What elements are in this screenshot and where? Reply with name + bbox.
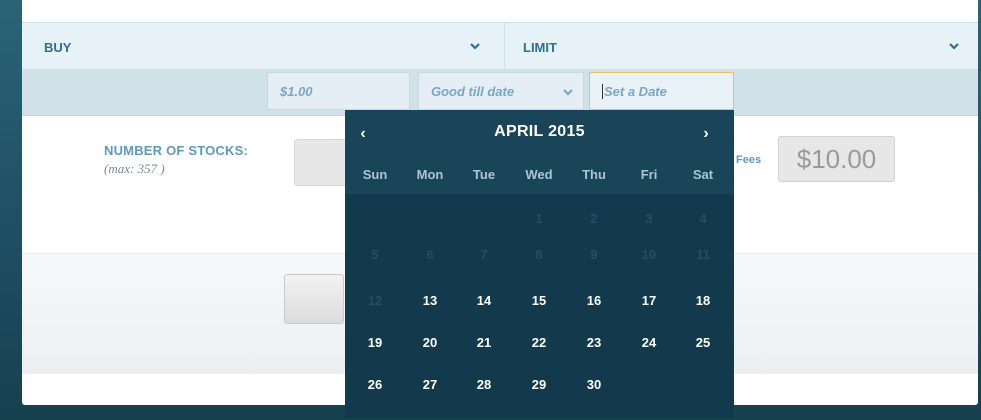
calendar-day-18[interactable]: 18 [675,286,731,316]
calendar-day-3: 3 [645,211,653,226]
calendar-day-23[interactable]: 23 [566,328,622,358]
calendar-day-5: 5 [371,247,379,262]
weekday-tue: Tue [472,167,496,182]
calendar-day-24[interactable]: 24 [621,328,677,358]
calendar-day-1: 1 [535,211,543,226]
calendar-day-9: 9 [590,247,598,262]
calendar-header: ‹ APRIL 2015 › [345,110,734,158]
weekday-sun: Sun [362,167,388,182]
calendar-day-19[interactable]: 19 [347,328,403,358]
limit-price-value: $1.00 [280,83,313,99]
calendar-day-11: 11 [696,247,710,262]
calendar-day-16[interactable]: 16 [566,286,622,316]
stocks-label: NUMBER OF STOCKS: [104,143,248,158]
chevron-down-icon [470,41,480,51]
weekday-fri: Fri [640,167,658,182]
chevron-down-icon [949,41,959,51]
chevron-down-icon [563,87,573,97]
stocks-max-note: (max: 357 ) [104,161,165,176]
calendar-day-22[interactable]: 22 [511,328,567,358]
calendar-day-7: 7 [480,247,488,262]
calendar-day-29[interactable]: 29 [511,370,567,400]
calendar-day-13[interactable]: 13 [402,286,458,316]
validity-select[interactable]: Good till date [418,72,584,110]
calendar-day-25[interactable]: 25 [675,328,731,358]
calendar-day-12: 12 [367,293,383,308]
order-type-label: LIMIT [523,39,557,55]
calendar-day-26[interactable]: 26 [347,370,403,400]
side-dropdown[interactable]: BUY [22,23,505,71]
weekday-wed: Wed [525,167,553,182]
calendar-day-2: 2 [590,211,598,226]
calendar-day-15[interactable]: 15 [511,286,567,316]
calendar-day-30[interactable]: 30 [566,370,622,400]
limit-price-input[interactable]: $1.00 [267,72,410,110]
calendar-day-28[interactable]: 28 [456,370,512,400]
date-input[interactable]: Set a Date [589,72,734,110]
weekday-header: Sun Mon Tue Wed Thu Fri Sat [345,158,734,194]
calendar-day-17[interactable]: 17 [621,286,677,316]
calendar-day-10: 10 [641,247,657,262]
calendar-day-20[interactable]: 20 [402,328,458,358]
order-type-row: BUY LIMIT [22,22,978,71]
date-placeholder: Set a Date [604,83,667,99]
submit-order-button[interactable] [284,274,344,324]
date-picker-popup: ‹ APRIL 2015 › Sun Mon Tue Wed Thu Fri Sat 123… [345,110,734,418]
side-label: BUY [44,39,72,55]
calendar-day-27[interactable]: 27 [402,370,458,400]
text-cursor [602,83,603,99]
calendar-day-14[interactable]: 14 [456,286,512,316]
weekday-sat: Sat [692,167,714,182]
validity-value: Good till date [431,83,515,99]
fees-label: Fees [736,154,762,166]
weekday-thu: Thu [582,167,606,182]
calendar-month-title: APRIL 2015 [494,123,585,140]
order-type-dropdown[interactable]: LIMIT [505,23,978,71]
calendar-day-6: 6 [426,247,434,262]
weekday-mon: Mon [416,167,444,182]
calendar-day-4: 4 [699,211,707,226]
fees-value: $10.00 [778,136,895,182]
next-month-button[interactable]: › [694,125,718,147]
calendar-day-21[interactable]: 21 [456,328,512,358]
calendar-day-8: 8 [535,247,543,262]
